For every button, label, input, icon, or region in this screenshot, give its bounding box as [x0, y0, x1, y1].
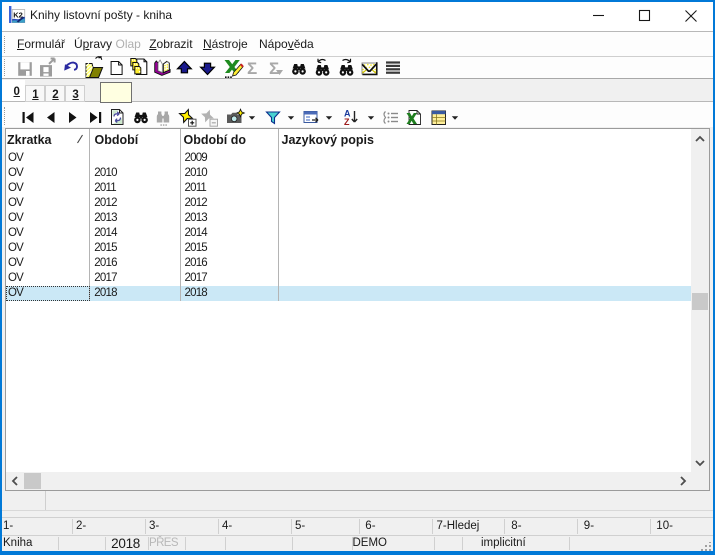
svg-text:Σ: Σ: [247, 59, 257, 78]
svg-text:Σ: Σ: [269, 59, 279, 78]
svg-text:Z: Z: [344, 117, 350, 127]
